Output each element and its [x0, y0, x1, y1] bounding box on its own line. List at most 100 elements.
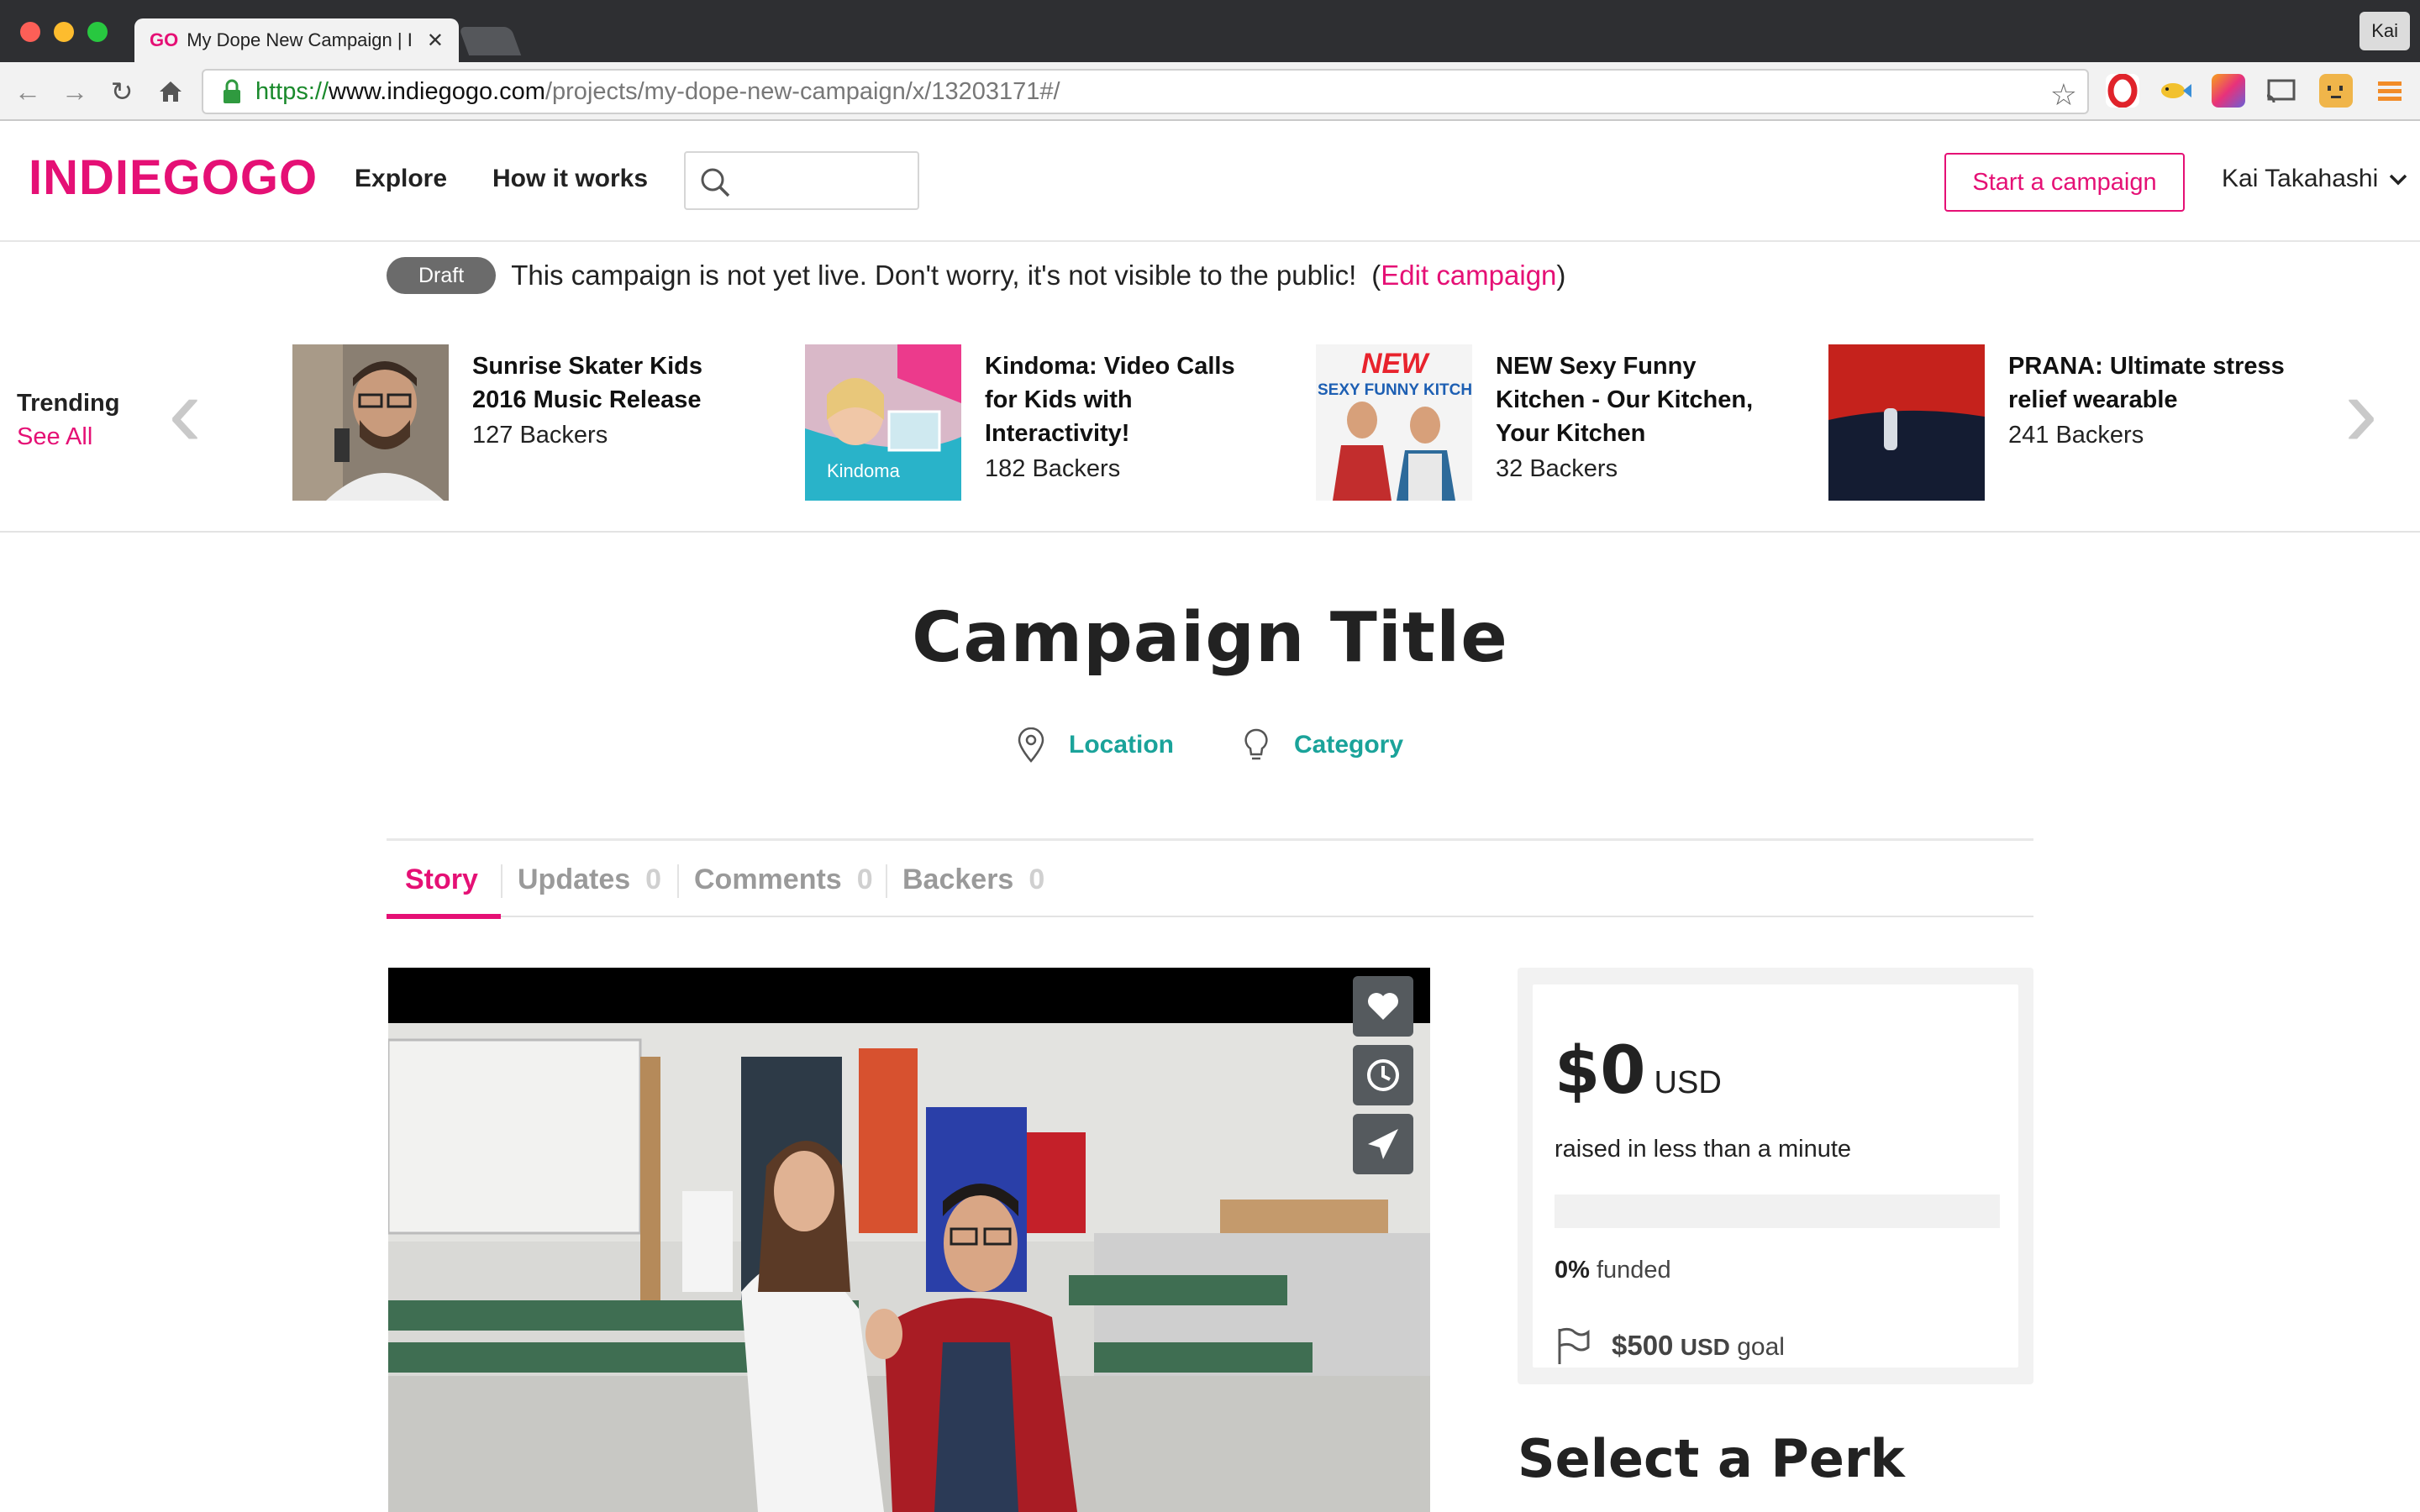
tab-count: 0	[1028, 863, 1045, 895]
raised-currency: USD	[1654, 1065, 1722, 1100]
raised-amount: $0 USD	[1555, 1033, 1722, 1109]
bookmark-star-icon[interactable]: ☆	[2050, 77, 2077, 113]
raised-value: $0	[1555, 1033, 1646, 1109]
k-extension-icon[interactable]	[2212, 74, 2245, 108]
maximize-window-button[interactable]	[87, 22, 108, 42]
see-all-link[interactable]: See All	[17, 423, 92, 451]
open-paren: (	[1371, 260, 1381, 291]
goal-word: goal	[1737, 1333, 1785, 1361]
clock-icon	[1367, 1059, 1399, 1091]
tab-divider	[677, 864, 679, 898]
kitchen-new-badge: NEW	[1361, 348, 1430, 380]
user-name: Kai Takahashi	[2222, 165, 2379, 192]
funding-goal: $500 USD goal	[1555, 1326, 1785, 1366]
trending-prev-arrow-icon[interactable]: ‹	[168, 361, 202, 462]
tab-label: Story	[405, 863, 478, 895]
campaign-video[interactable]	[388, 968, 1430, 1512]
trending-backers: 182 Backers	[985, 455, 1121, 482]
trending-card[interactable]: PRANA: Ultimate stress relief wearable 2…	[1828, 344, 2299, 501]
profile-button[interactable]: Kai	[2360, 12, 2410, 50]
cast-icon[interactable]	[2264, 74, 2297, 108]
search-icon	[701, 168, 730, 197]
browser-tab-active[interactable]: GO My Dope New Campaign | I ✕	[134, 18, 459, 62]
tab-close-icon[interactable]: ✕	[427, 29, 444, 53]
funded-word: funded	[1596, 1257, 1671, 1284]
trending-title: PRANA: Ultimate stress relief wearable	[2008, 353, 2285, 413]
browser-tab-bar: GO My Dope New Campaign | I ✕ Kai	[0, 0, 2420, 62]
user-menu[interactable]: Kai Takahashi	[2222, 165, 2408, 193]
tab-divider	[886, 864, 887, 898]
tab-divider	[501, 864, 502, 898]
face-extension-icon[interactable]	[2319, 74, 2353, 108]
draft-edit-wrapper: (Edit campaign)	[1371, 260, 1565, 291]
funded-percent-value: 0%	[1555, 1257, 1590, 1284]
indiegogo-favicon-icon: GO	[150, 29, 179, 50]
tab-label: Updates	[518, 863, 631, 895]
remind-me-button[interactable]	[1353, 1045, 1413, 1105]
reload-icon[interactable]: ↻	[106, 76, 138, 108]
trending-card[interactable]: Sunrise Skater Kids 2016 Music Release 1…	[292, 344, 763, 501]
lock-icon	[224, 79, 240, 103]
nav-explore[interactable]: Explore	[355, 165, 447, 193]
trending-backers: 127 Backers	[472, 422, 608, 449]
trending-title: NEW Sexy Funny Kitchen - Our Kitchen, Yo…	[1496, 353, 1754, 447]
tab-label: Backers	[902, 863, 1014, 895]
raised-time: raised in less than a minute	[1555, 1136, 1852, 1163]
campaign-title: Campaign Title	[912, 598, 1508, 678]
tab-updates[interactable]: Updates 0	[518, 841, 661, 918]
trending-next-arrow-icon[interactable]: ›	[2344, 361, 2378, 462]
category-link[interactable]: Category	[1294, 731, 1403, 759]
trending-thumbnail-singer	[292, 344, 449, 501]
edit-campaign-link[interactable]: Edit campaign	[1381, 260, 1556, 291]
trending-strip: Trending See All ‹ Sunrise Skater Kids 2…	[0, 319, 2420, 533]
tab-count: 0	[645, 863, 662, 895]
tab-backers[interactable]: Backers 0	[902, 841, 1044, 918]
trending-title: Sunrise Skater Kids 2016 Music Release	[472, 353, 702, 413]
goal-currency: USD	[1680, 1334, 1730, 1360]
opera-extension-icon[interactable]	[2106, 73, 2139, 108]
funding-summary: $0 USD raised in less than a minute 0% fu…	[1518, 968, 2033, 1384]
tab-label: Comments	[694, 863, 842, 895]
heart-icon	[1368, 993, 1398, 1020]
fish-extension-icon[interactable]	[2158, 74, 2191, 108]
address-bar[interactable]: https:// www.indiegogo.com /projects/my-…	[202, 69, 2089, 114]
trending-backers: 241 Backers	[2008, 422, 2144, 449]
trending-card[interactable]: Kindoma Kindoma: Video Calls for Kids wi…	[805, 344, 1276, 501]
tab-comments[interactable]: Comments 0	[694, 841, 873, 918]
site-header: INDIEGOGO Explore How it works Start a c…	[0, 121, 2420, 242]
minimize-window-button[interactable]	[54, 22, 74, 42]
trending-thumbnail-kindoma: Kindoma	[805, 344, 961, 501]
tab-title: My Dope New Campaign | I	[187, 29, 413, 50]
nav-how-it-works[interactable]: How it works	[492, 165, 648, 193]
menu-icon[interactable]	[2373, 74, 2407, 108]
campaign-category[interactable]: Category	[1242, 727, 1403, 763]
draft-notice: Draft This campaign is not yet live. Don…	[387, 257, 1565, 294]
funded-percent: 0% funded	[1555, 1257, 1671, 1284]
close-paren: )	[1556, 260, 1566, 291]
campaign-tabs: Story Updates 0 Comments 0 Backers 0	[387, 838, 2033, 919]
forward-arrow-icon[interactable]: →	[59, 76, 91, 108]
back-arrow-icon[interactable]: ←	[12, 76, 44, 108]
funding-card: $0 USD raised in less than a minute 0% fu…	[1533, 984, 2018, 1368]
trending-thumbnail-kitchen: NEW SEXY FUNNY KITCHEN	[1316, 344, 1472, 501]
tab-story[interactable]: Story	[405, 841, 478, 918]
start-campaign-button[interactable]: Start a campaign	[1944, 153, 2185, 212]
site-search-input[interactable]	[684, 151, 919, 210]
goal-amount: $500	[1612, 1330, 1674, 1361]
lightbulb-icon	[1244, 728, 1268, 760]
indiegogo-logo[interactable]: INDIEGOGO	[29, 150, 318, 206]
trending-card[interactable]: NEW SEXY FUNNY KITCHEN NEW Sexy Funny Ki…	[1316, 344, 1786, 501]
select-perk-heading: Select a Perk	[1518, 1428, 1905, 1489]
share-button[interactable]	[1353, 1114, 1413, 1174]
new-tab-button[interactable]	[458, 27, 522, 55]
kitchen-banner-text: SEXY FUNNY KITCHEN	[1318, 381, 1472, 399]
home-icon[interactable]	[155, 76, 187, 108]
campaign-location[interactable]: Location	[1017, 727, 1174, 763]
location-pin-icon	[1018, 727, 1044, 763]
trending-title: Kindoma: Video Calls for Kids with Inter…	[985, 353, 1235, 447]
close-window-button[interactable]	[20, 22, 40, 42]
chevron-down-icon	[2390, 174, 2407, 186]
browser-toolbar: ← → ↻ https:// www.indiegogo.com /projec…	[0, 62, 2420, 121]
location-link[interactable]: Location	[1069, 731, 1174, 759]
favorite-button[interactable]	[1353, 976, 1413, 1037]
